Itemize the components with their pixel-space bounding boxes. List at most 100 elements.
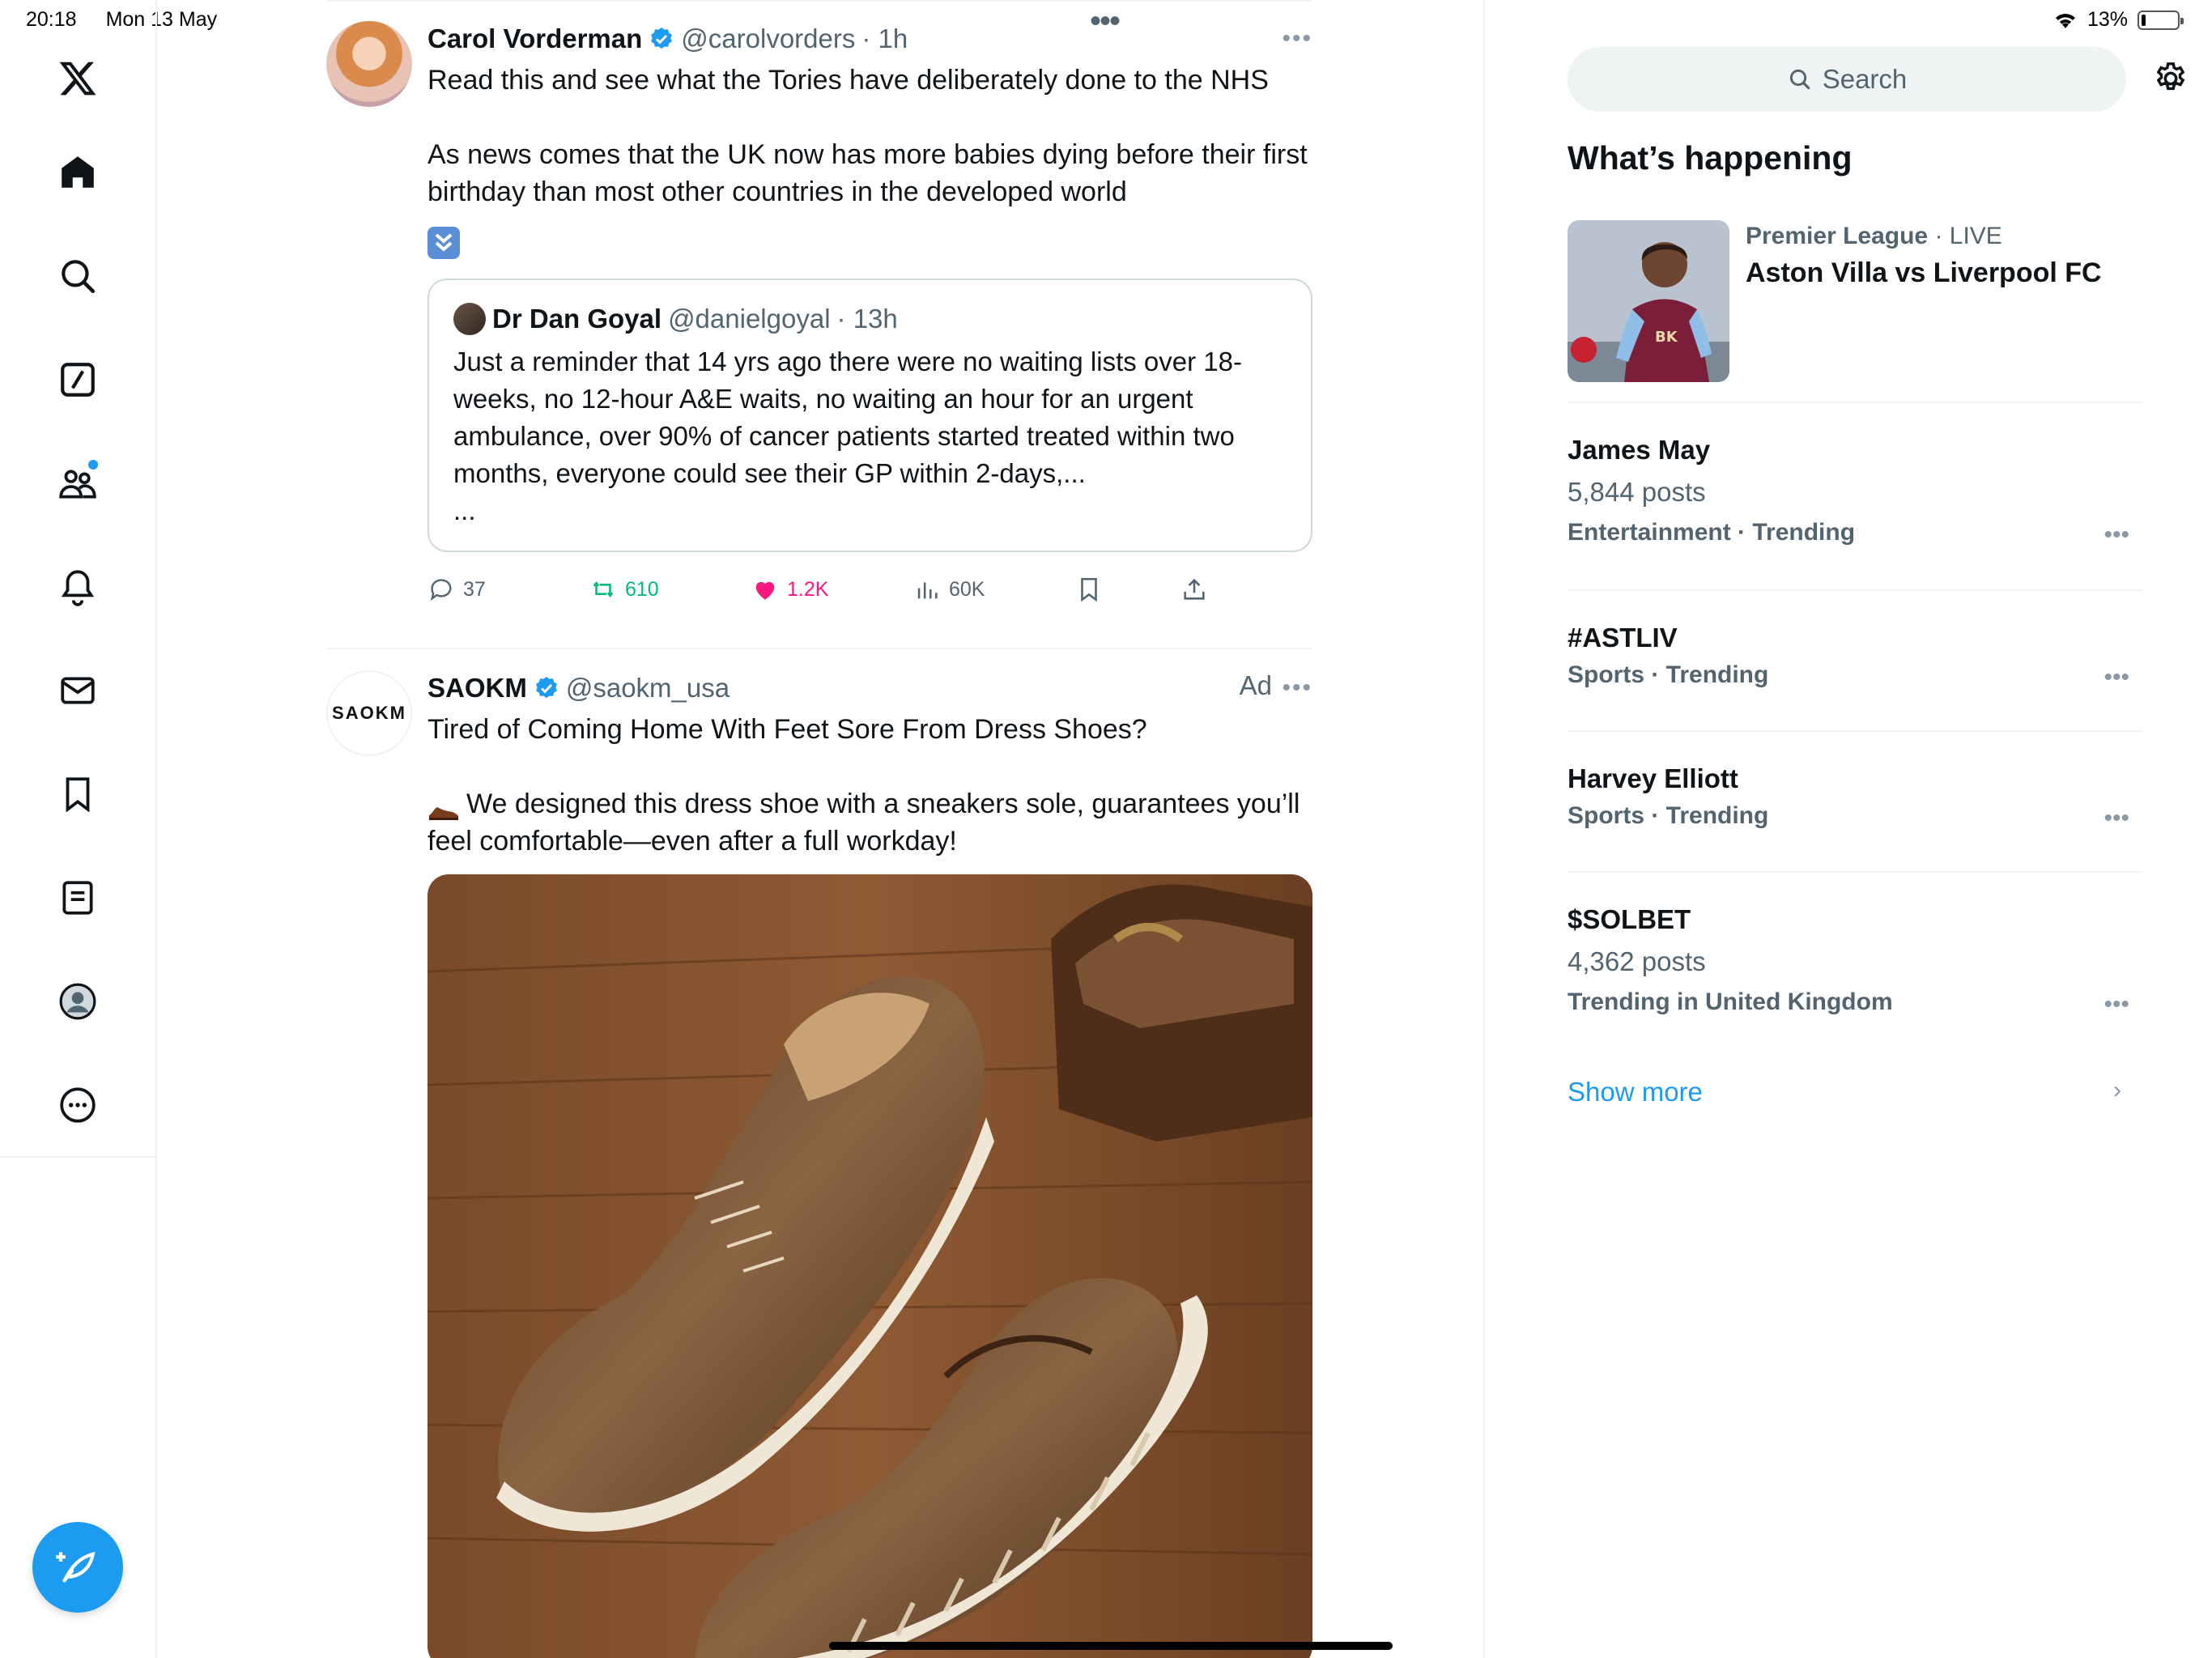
status-bar-right: 13%	[2053, 8, 2184, 32]
trend-posts: 5,844 posts	[1568, 477, 1706, 507]
trend-item[interactable]: $SOLBET 4,362 posts Trending in United K…	[1568, 900, 2142, 1020]
trend-divider	[1568, 402, 2142, 403]
timeline: ••• Carol Vorderman @carolvorders · 1h •…	[326, 0, 1393, 1658]
featured-event-image[interactable]: BK	[1568, 220, 1729, 382]
tweet-header: Carol Vorderman @carolvorders · 1h •••	[428, 21, 1312, 57]
author-name[interactable]: Carol Vorderman	[428, 23, 642, 54]
tweet-text-line1: Tired of Coming Home With Feet Sore From…	[428, 714, 1147, 745]
tweet-actions: 37 610 1.2K 60K	[428, 567, 1312, 612]
featured-category: Premier League	[1746, 223, 1929, 249]
whats-happening-title: What’s happening	[1568, 139, 1853, 176]
home-icon[interactable]	[49, 144, 106, 201]
double-down-arrow-emoji-icon	[428, 227, 460, 259]
search-icon[interactable]	[49, 248, 106, 304]
bookmark-icon	[1081, 577, 1097, 602]
list-icon[interactable]	[49, 869, 106, 926]
saokm-logo-text: SAOKM	[332, 703, 406, 723]
gear-icon[interactable]	[2152, 60, 2189, 97]
trend-more-button[interactable]: •••	[2104, 991, 2129, 1018]
timeline-top-divider	[326, 0, 1312, 2]
trend-context: Sports · Trending	[1568, 802, 1769, 829]
quote-author-name: Dr Dan Goyal	[492, 304, 662, 334]
home-indicator[interactable]	[829, 1642, 1393, 1650]
tweet-time[interactable]: · 1h	[861, 23, 908, 54]
repost-count: 610	[625, 577, 659, 601]
svg-text:BK: BK	[1655, 329, 1678, 346]
heart-icon	[755, 581, 775, 600]
side-nav	[0, 0, 157, 1658]
quote-time: · 13h	[836, 304, 898, 334]
x-logo-icon[interactable]	[49, 50, 106, 107]
trend-divider	[1568, 871, 2142, 873]
compose-button[interactable]	[32, 1522, 123, 1613]
tweet-text-line2: We designed this dress shoe with a sneak…	[428, 785, 1312, 860]
reply-count: 37	[463, 577, 486, 601]
tweet-more-button[interactable]: •••	[1282, 25, 1312, 53]
like-count: 1.2K	[787, 577, 829, 601]
trend-context: Sports · Trending	[1568, 661, 1769, 688]
like-button[interactable]: 1.2K	[751, 576, 913, 603]
trend-divider	[1568, 589, 2142, 591]
author-handle[interactable]: @saokm_usa	[566, 673, 730, 704]
repost-button[interactable]: 610	[589, 576, 751, 603]
chevron-right-icon[interactable]: ›	[2113, 1077, 2121, 1104]
bookmark-icon[interactable]	[49, 766, 106, 823]
grok-icon[interactable]	[49, 351, 106, 408]
quote-avatar	[453, 303, 486, 335]
trend-item[interactable]: Harvey Elliott Sports · Trending •••	[1568, 759, 2142, 834]
trend-item[interactable]: #ASTLIV Sports · Trending •••	[1568, 619, 2142, 693]
quote-author-handle: @danielgoyal	[668, 304, 831, 334]
tweet-text: Read this and see what the Tories have d…	[428, 65, 1308, 207]
trend-item[interactable]: James May 5,844 posts Entertainment · Tr…	[1568, 431, 2142, 551]
author-handle[interactable]: @carolvorders	[681, 23, 855, 54]
more-circle-icon[interactable]	[49, 1077, 106, 1133]
bookmark-button[interactable]	[1075, 576, 1180, 603]
battery-icon	[2138, 10, 2184, 30]
quote-header: Dr Dan Goyal @danielgoyal · 13h	[453, 301, 1287, 337]
featured-event[interactable]: Premier League · LIVE Aston Villa vs Liv…	[1746, 220, 2126, 293]
communities-icon[interactable]	[49, 455, 106, 512]
quote-text: Just a reminder that 14 yrs ago there we…	[453, 346, 1242, 525]
avatar[interactable]	[326, 21, 412, 107]
trend-more-button[interactable]: •••	[2104, 521, 2129, 549]
share-button[interactable]	[1180, 576, 1245, 603]
views-icon	[917, 582, 938, 599]
reply-button[interactable]: 37	[428, 576, 589, 603]
search-input[interactable]: Search	[1568, 47, 2126, 112]
tweet-divider	[326, 648, 1312, 649]
quoted-tweet[interactable]: Dr Dan Goyal @danielgoyal · 13h Just a r…	[428, 278, 1312, 552]
featured-live: · LIVE	[1934, 223, 2002, 249]
trend-more-button[interactable]: •••	[2104, 664, 2129, 691]
show-more-link[interactable]: Show more	[1568, 1077, 1703, 1107]
trend-title: James May	[1568, 435, 1711, 465]
trend-title: Harvey Elliott	[1568, 763, 1738, 793]
ad-label: Ad	[1239, 670, 1272, 700]
view-count: 60K	[949, 577, 985, 601]
views-button[interactable]: 60K	[913, 576, 1075, 603]
notification-dot	[88, 460, 98, 470]
tweet-header: SAOKM @saokm_usa •••	[428, 670, 1312, 706]
reply-icon	[430, 579, 452, 602]
search-placeholder: Search	[1822, 64, 1908, 94]
tweet-more-button[interactable]: •••	[1282, 674, 1312, 702]
trend-title: $SOLBET	[1568, 904, 1691, 934]
mail-icon[interactable]	[49, 662, 106, 719]
ad-image[interactable]	[428, 874, 1312, 1658]
author-name[interactable]: SAOKM	[428, 673, 527, 704]
trend-more-button[interactable]: •••	[2104, 805, 2129, 832]
share-icon	[1184, 578, 1205, 600]
avatar-icon[interactable]	[49, 973, 106, 1030]
brogue-shoes-image	[428, 874, 1312, 1658]
shoe-emoji-icon	[428, 794, 460, 821]
trend-context: Entertainment · Trending	[1568, 519, 1856, 546]
battery-percent: 13%	[2087, 8, 2128, 31]
verified-badge-icon	[651, 28, 673, 49]
verified-badge-icon	[535, 677, 557, 699]
right-sidebar-border	[1483, 0, 1485, 1658]
search-icon	[1789, 69, 1810, 90]
trend-title: #ASTLIV	[1568, 623, 1678, 653]
wifi-icon	[2055, 13, 2075, 28]
avatar[interactable]: SAOKM	[326, 670, 412, 756]
nav-divider	[0, 1156, 157, 1158]
bell-icon[interactable]	[49, 559, 106, 615]
